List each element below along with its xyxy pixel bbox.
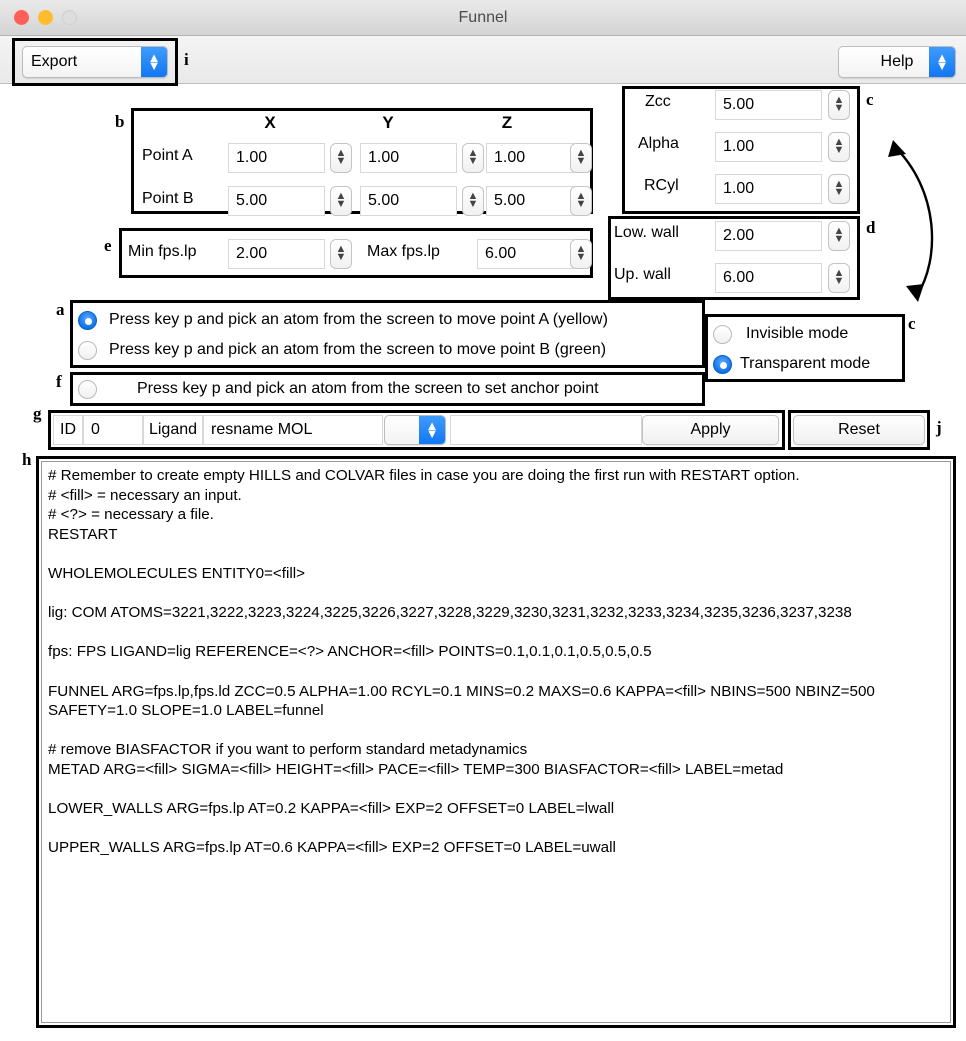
point-a-y-stepper[interactable]: ▲ ▼ <box>462 143 484 173</box>
point-a-z-stepper[interactable]: ▲ ▼ <box>570 143 592 173</box>
id-label: ID <box>53 415 83 445</box>
radio-invisible-mode-label: Invisible mode <box>746 325 849 342</box>
radio-move-point-b[interactable]: Press key p and pick an atom from the sc… <box>78 336 698 364</box>
radio-move-point-a[interactable]: Press key p and pick an atom from the sc… <box>78 306 698 334</box>
chevron-up-down-icon: ▲ ▼ <box>419 416 445 444</box>
upper-wall-input[interactable]: 6.00 <box>715 263 822 293</box>
highlight-box-i <box>12 38 178 86</box>
column-header-z: Z <box>501 113 513 132</box>
radio-move-point-a-label: Press key p and pick an atom from the sc… <box>109 311 608 328</box>
apply-button[interactable]: Apply <box>642 415 779 445</box>
page-title: Funnel <box>458 8 508 26</box>
ligand-dropdown[interactable]: ▲ ▼ <box>384 415 446 445</box>
annotation-e: e <box>104 236 112 255</box>
rcyl-stepper[interactable]: ▲ ▼ <box>828 174 850 204</box>
upper-wall-label: Up. wall <box>614 266 671 283</box>
max-fps-stepper[interactable]: ▲ ▼ <box>570 239 592 269</box>
annotation-h: h <box>22 450 31 469</box>
point-b-label: Point B <box>142 190 194 207</box>
upper-wall-stepper[interactable]: ▲ ▼ <box>828 263 850 293</box>
annotation-j: j <box>936 418 942 437</box>
column-header-x: X <box>264 113 276 132</box>
annotation-c-top: c <box>866 90 874 109</box>
rcyl-input[interactable]: 1.00 <box>715 174 822 204</box>
minimize-button[interactable] <box>38 10 53 25</box>
curved-arrow-annotation <box>888 140 934 302</box>
annotation-f: f <box>56 372 62 391</box>
point-a-z-input[interactable]: 1.00 <box>486 143 574 173</box>
rcyl-label: RCyl <box>644 177 679 194</box>
help-dropdown[interactable]: Help ▲ ▼ <box>838 46 956 78</box>
script-textarea[interactable]: # Remember to create empty HILLS and COL… <box>48 466 946 1018</box>
min-fps-label: Min fps.lp <box>128 243 197 260</box>
reset-button[interactable]: Reset <box>793 415 925 445</box>
zcc-label: Zcc <box>645 93 671 110</box>
close-button[interactable] <box>14 10 29 25</box>
zoom-button[interactable] <box>62 10 77 25</box>
annotation-c-bottom: c <box>908 314 916 333</box>
zcc-stepper[interactable]: ▲ ▼ <box>828 90 850 120</box>
point-a-x-input[interactable]: 1.00 <box>228 143 325 173</box>
annotation-a: a <box>56 300 65 319</box>
point-b-x-input[interactable]: 5.00 <box>228 186 325 216</box>
point-b-x-stepper[interactable]: ▲ ▼ <box>330 186 352 216</box>
point-b-y-stepper[interactable]: ▲ ▼ <box>462 186 484 216</box>
lower-wall-label: Low. wall <box>614 224 679 241</box>
radio-indicator-off-icon <box>713 324 732 344</box>
window-controls <box>14 10 77 25</box>
radio-transparent-mode[interactable]: Transparent mode <box>713 350 899 378</box>
alpha-stepper[interactable]: ▲ ▼ <box>828 132 850 162</box>
radio-set-anchor-point[interactable]: Press key p and pick an atom from the sc… <box>78 375 698 403</box>
id-input[interactable]: 0 <box>83 415 143 445</box>
annotation-i: i <box>184 50 189 69</box>
ligand-extra-input[interactable] <box>450 415 642 445</box>
ligand-label: Ligand <box>143 415 203 445</box>
chevron-up-down-icon: ▲ ▼ <box>929 47 955 77</box>
point-b-y-input[interactable]: 5.00 <box>360 186 457 216</box>
window-title-bar: Funnel <box>0 0 966 36</box>
point-a-x-stepper[interactable]: ▲ ▼ <box>330 143 352 173</box>
max-fps-label: Max fps.lp <box>367 243 440 260</box>
radio-indicator-off-icon <box>78 340 97 360</box>
alpha-input[interactable]: 1.00 <box>715 132 822 162</box>
point-a-label: Point A <box>142 147 193 164</box>
point-b-z-stepper[interactable]: ▲ ▼ <box>570 186 592 216</box>
radio-transparent-mode-label: Transparent mode <box>740 355 871 372</box>
column-header-y: Y <box>382 113 394 132</box>
alpha-label: Alpha <box>638 135 679 152</box>
radio-indicator-on-icon <box>713 354 732 374</box>
radio-invisible-mode[interactable]: Invisible mode <box>713 320 899 348</box>
radio-indicator-off-icon <box>78 379 97 399</box>
point-b-z-input[interactable]: 5.00 <box>486 186 574 216</box>
radio-move-point-b-label: Press key p and pick an atom from the sc… <box>109 341 607 358</box>
ligand-selection-input[interactable]: resname MOL <box>203 415 383 445</box>
lower-wall-stepper[interactable]: ▲ ▼ <box>828 221 850 251</box>
point-a-y-input[interactable]: 1.00 <box>360 143 457 173</box>
radio-set-anchor-point-label: Press key p and pick an atom from the sc… <box>137 380 599 397</box>
annotation-g: g <box>33 404 42 423</box>
min-fps-stepper[interactable]: ▲ ▼ <box>330 239 352 269</box>
zcc-input[interactable]: 5.00 <box>715 90 822 120</box>
min-fps-input[interactable]: 2.00 <box>228 239 325 269</box>
radio-indicator-on-icon <box>78 310 97 330</box>
lower-wall-input[interactable]: 2.00 <box>715 221 822 251</box>
max-fps-input[interactable]: 6.00 <box>477 239 574 269</box>
annotation-b: b <box>115 112 124 131</box>
